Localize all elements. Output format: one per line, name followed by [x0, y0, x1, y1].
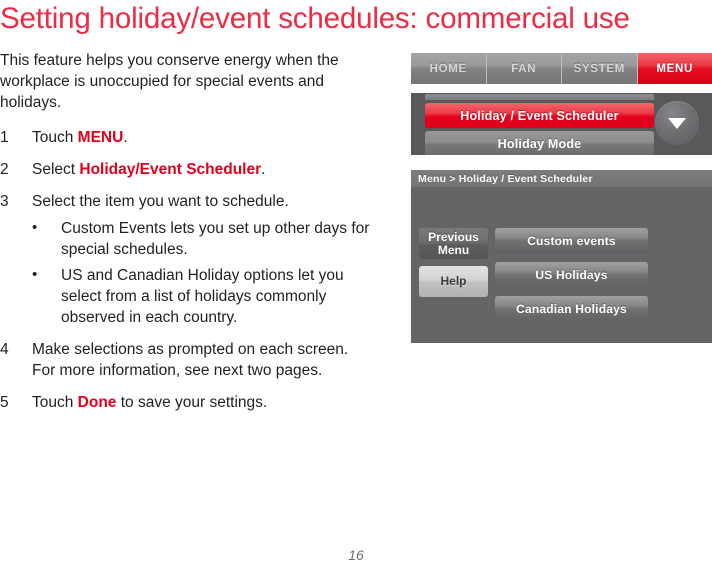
us-holidays-button[interactable]: US Holidays: [495, 262, 648, 287]
holiday-event-scheduler-screen: Menu > Holiday / Event Scheduler Previou…: [411, 170, 712, 343]
menu-item-holiday-event-scheduler[interactable]: Holiday / Event Scheduler: [425, 103, 654, 128]
tab-home[interactable]: HOME: [411, 53, 487, 84]
menu-list-screen: Holiday / Event Scheduler Holiday Mode: [411, 93, 712, 155]
step-text-pre: Select: [32, 161, 80, 178]
step-bullet-list: • Custom Events lets you set up other da…: [32, 218, 372, 328]
step-keyword: Holiday/Event Scheduler: [79, 161, 262, 178]
menu-item-holiday-mode[interactable]: Holiday Mode: [425, 131, 654, 155]
custom-events-button[interactable]: Custom events: [495, 228, 648, 253]
bullet-text: US and Canadian Holiday options let you …: [61, 267, 344, 326]
step-number: 3: [0, 193, 9, 210]
main-button-column: Custom events US Holidays Canadian Holid…: [495, 228, 648, 330]
step-number: 5: [0, 394, 9, 411]
previous-menu-button[interactable]: Previous Menu: [419, 228, 488, 259]
step-item: 5 Touch Done to save your settings.: [0, 392, 372, 413]
help-button[interactable]: Help: [419, 266, 488, 297]
tab-menu[interactable]: MENU: [637, 53, 712, 84]
chevron-down-icon[interactable]: [655, 101, 699, 145]
thermostat-screenshots: HOME FAN SYSTEM MENU Holiday / Event Sch…: [411, 0, 712, 566]
step-number: 2: [0, 161, 9, 178]
menu-item-partial-above[interactable]: [425, 94, 654, 100]
step-keyword: Done: [77, 394, 117, 411]
step-text-post: .: [261, 161, 266, 178]
step-text-post: .: [123, 129, 128, 146]
step-item: 1 Touch MENU.: [0, 127, 372, 148]
step-text-pre: Make selections as prompted on each scre…: [32, 341, 349, 379]
bullet-glyph: •: [32, 219, 38, 236]
previous-menu-label-line2: Menu: [437, 242, 470, 257]
step-text-pre: Touch: [32, 129, 78, 146]
tab-system[interactable]: SYSTEM: [562, 53, 638, 84]
side-button-column: Previous Menu Help: [419, 228, 488, 304]
step-item: 2 Select Holiday/Event Scheduler.: [0, 159, 372, 180]
instructions-column: This feature helps you conserve energy w…: [0, 50, 372, 424]
bullet-glyph: •: [32, 266, 38, 283]
step-item: 4 Make selections as prompted on each sc…: [0, 339, 372, 381]
previous-menu-label-line1: Previous: [428, 229, 479, 244]
page-number: 16: [348, 547, 364, 563]
triangle-down-glyph: [668, 117, 686, 129]
step-keyword: MENU: [77, 129, 124, 146]
help-label: Help: [440, 274, 467, 288]
step-list: 1 Touch MENU. 2 Select Holiday/Event Sch…: [0, 127, 372, 413]
canadian-holidays-button[interactable]: Canadian Holidays: [495, 296, 648, 321]
thermostat-tab-bar: HOME FAN SYSTEM MENU: [411, 53, 712, 84]
menu-list: Holiday / Event Scheduler Holiday Mode: [425, 93, 654, 155]
bullet-item: • Custom Events lets you set up other da…: [32, 218, 372, 260]
step-number: 4: [0, 341, 9, 358]
step-number: 1: [0, 129, 9, 146]
step-text-post: to save your settings.: [116, 394, 268, 411]
bullet-text: Custom Events lets you set up other days…: [61, 220, 370, 258]
intro-paragraph: This feature helps you conserve energy w…: [0, 52, 339, 111]
step-text-pre: Touch: [32, 394, 78, 411]
breadcrumb: Menu > Holiday / Event Scheduler: [411, 170, 712, 187]
step-item: 3 Select the item you want to schedule. …: [0, 191, 372, 328]
bullet-item: • US and Canadian Holiday options let yo…: [32, 265, 372, 328]
tab-fan[interactable]: FAN: [486, 53, 562, 84]
screen-body: Previous Menu Help Custom events US Holi…: [411, 187, 712, 343]
step-text-pre: Select the item you want to schedule.: [32, 193, 289, 210]
